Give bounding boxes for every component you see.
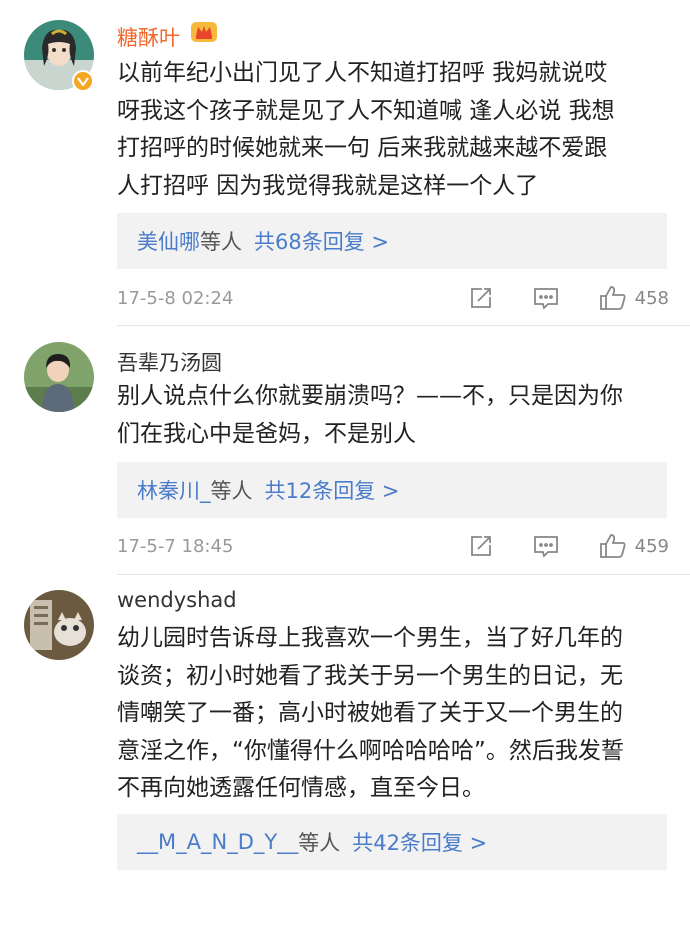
username[interactable]: 糖酥叶 <box>117 22 180 52</box>
crown-icon <box>190 20 218 44</box>
reply-summary[interactable]: 美仙哪 等人 共68条回复 > <box>117 213 667 269</box>
comment-line: 谈资；初小时她看了我关于另一个男生的日记，无 <box>117 662 623 689</box>
like-count: 459 <box>634 535 669 557</box>
divider <box>117 325 690 326</box>
comment-text: 幼儿园时告诉母上我喜欢一个男生，当了好几年的 谈资；初小时她看了我关于另一个男生… <box>117 620 669 808</box>
like-count: 458 <box>634 287 669 309</box>
verified-badge-icon <box>72 70 94 92</box>
avatar[interactable] <box>24 590 94 660</box>
reply-count-link[interactable]: 共68条回复 > <box>254 226 389 256</box>
comment-line: 打招呼的时候她就来一句 后来我就越来越不爱跟 <box>117 135 608 161</box>
comment-icon[interactable] <box>533 286 559 310</box>
comment-line: 别人说点什么你就要崩溃吗？——不，只是因为你 <box>117 383 623 409</box>
like-button[interactable]: 459 <box>599 533 669 559</box>
comment-line: 们在我心中是爸妈，不是别人 <box>117 420 416 447</box>
like-icon <box>599 533 627 559</box>
like-button[interactable]: 458 <box>599 285 669 311</box>
comment-line: 不再向她透露任何情感，直至今日。 <box>117 775 485 801</box>
comment-icon[interactable] <box>533 534 559 558</box>
reply-suffix: 等人 <box>298 831 341 855</box>
reply-suffix: 等人 <box>210 479 253 503</box>
comment-line: 情嘲笑了一番；高小时被她看了关于又一个男生的 <box>117 700 623 726</box>
timestamp: 17-5-8 02:24 <box>117 287 234 309</box>
repost-icon[interactable] <box>469 286 493 310</box>
comment-text: 别人说点什么你就要崩溃吗？——不，只是因为你 们在我心中是爸妈，不是别人 <box>117 378 669 453</box>
reply-summary[interactable]: __M_A_N_D_Y__ 等人 共42条回复 > <box>117 814 667 870</box>
username[interactable]: wendyshad <box>117 588 237 612</box>
reply-users[interactable]: 林秦川_ <box>137 475 211 505</box>
reply-users[interactable]: 美仙哪 <box>137 226 200 256</box>
reply-count-link[interactable]: 共12条回复 > <box>265 475 400 505</box>
timestamp: 17-5-7 18:45 <box>117 535 234 557</box>
comment-line: 以前年纪小出门见了人不知道打招呼 我妈就说哎 <box>117 60 608 86</box>
comment-line: 幼儿园时告诉母上我喜欢一个男生，当了好几年的 <box>117 625 623 651</box>
username[interactable]: 吾辈乃汤圆 <box>117 347 222 377</box>
reply-summary[interactable]: 林秦川_ 等人 共12条回复 > <box>117 462 667 518</box>
reply-count-link[interactable]: 共42条回复 > <box>352 827 487 857</box>
reply-suffix: 等人 <box>200 230 242 254</box>
comment-meta: 17-5-8 02:24 458 <box>117 282 669 314</box>
like-icon <box>599 285 627 311</box>
reply-users[interactable]: __M_A_N_D_Y__ <box>137 830 298 854</box>
repost-icon[interactable] <box>469 534 493 558</box>
avatar[interactable] <box>24 342 94 412</box>
divider <box>117 574 690 575</box>
comment-text: 以前年纪小出门见了人不知道打招呼 我妈就说哎 呀我这个孩子就是见了人不知道喊 逢… <box>117 55 669 205</box>
comment-line: 人打招呼 因为我觉得我就是这样一个人了 <box>117 172 539 199</box>
comment-line: 意淫之作，“你懂得什么啊哈哈哈哈”。然后我发誓 <box>117 737 624 764</box>
comment-line: 呀我这个孩子就是见了人不知道喊 逢人必说 我想 <box>117 97 615 124</box>
comment-meta: 17-5-7 18:45 459 <box>117 530 669 562</box>
